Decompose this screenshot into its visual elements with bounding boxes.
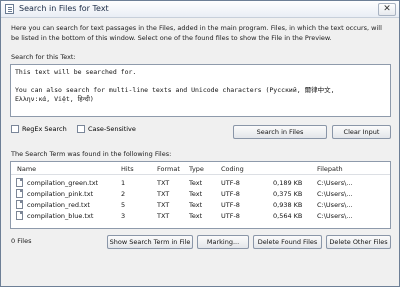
file-type: Text bbox=[189, 201, 203, 209]
text-file-icon bbox=[16, 189, 23, 198]
file-hits: 3 bbox=[121, 212, 126, 220]
regex-label: RegEx Search bbox=[22, 125, 67, 133]
regex-checkbox[interactable]: RegEx Search bbox=[11, 125, 67, 133]
marking-button[interactable]: Marking... bbox=[197, 235, 249, 249]
file-path: C:\Users\... bbox=[317, 190, 353, 198]
file-coding: UTF-8 bbox=[221, 212, 240, 220]
search-line: This text will be searched for. bbox=[15, 68, 137, 76]
search-text-input[interactable]: This text will be searched for. You can … bbox=[10, 64, 391, 117]
results-label: The Search Term was found in the followi… bbox=[11, 150, 172, 158]
search-line bbox=[15, 77, 386, 86]
results-list[interactable]: Name Hits Format Type Coding Filepath co… bbox=[10, 161, 391, 229]
files-count: 0 Files bbox=[11, 237, 32, 245]
window-title: Search in Files for Text bbox=[19, 4, 109, 13]
column-header-hits[interactable]: Hits bbox=[121, 165, 134, 173]
file-size: 0,938 KB bbox=[273, 201, 303, 209]
text-file-icon bbox=[16, 200, 23, 209]
search-line: You can also search for multi-line texts… bbox=[15, 86, 335, 94]
text-file-icon bbox=[16, 211, 23, 220]
table-row[interactable]: compilation_green.txt 1 TXT Text UTF-8 0… bbox=[11, 178, 390, 188]
file-hits: 5 bbox=[121, 201, 126, 209]
file-type: Text bbox=[189, 212, 203, 220]
search-label: Search for this Text: bbox=[11, 53, 76, 61]
file-size: 0,189 KB bbox=[273, 179, 303, 187]
case-sensitive-label: Case-Sensitive bbox=[88, 125, 136, 133]
checkbox-box[interactable] bbox=[77, 125, 85, 133]
file-name: compilation_pink.txt bbox=[27, 190, 94, 198]
column-header-format[interactable]: Format bbox=[157, 165, 180, 173]
file-coding: UTF-8 bbox=[221, 179, 240, 187]
column-header-filepath[interactable]: Filepath bbox=[317, 165, 343, 173]
column-header-type[interactable]: Type bbox=[189, 165, 204, 173]
file-size: 0,564 KB bbox=[273, 212, 303, 220]
search-line: Ελλην:κά, Việt, हिन्दी) bbox=[15, 95, 94, 103]
show-search-term-button[interactable]: Show Search Term in File bbox=[107, 235, 193, 249]
title-bar: Search in Files for Text ✕ bbox=[1, 1, 399, 18]
table-row[interactable]: compilation_pink.txt 2 TXT Text UTF-8 0,… bbox=[11, 189, 390, 199]
file-type: Text bbox=[189, 190, 203, 198]
document-icon bbox=[5, 4, 14, 14]
file-coding: UTF-8 bbox=[221, 190, 240, 198]
search-in-files-button[interactable]: Search in Files bbox=[233, 125, 327, 139]
close-button[interactable]: ✕ bbox=[378, 3, 396, 16]
file-type: Text bbox=[189, 179, 203, 187]
case-sensitive-checkbox[interactable]: Case-Sensitive bbox=[77, 125, 136, 133]
file-name: compilation_blue.txt bbox=[27, 212, 94, 220]
file-path: C:\Users\... bbox=[317, 212, 353, 220]
clear-input-button[interactable]: Clear Input bbox=[332, 125, 391, 139]
delete-found-files-button[interactable]: Delete Found Files bbox=[253, 235, 322, 249]
table-row[interactable]: compilation_blue.txt 3 TXT Text UTF-8 0,… bbox=[11, 211, 390, 221]
text-file-icon bbox=[16, 178, 23, 187]
checkbox-box[interactable] bbox=[11, 125, 19, 133]
delete-other-files-button[interactable]: Delete Other Files bbox=[326, 235, 391, 249]
search-window: Search in Files for Text ✕ Here you can … bbox=[0, 0, 400, 287]
file-name: compilation_green.txt bbox=[27, 179, 99, 187]
file-coding: UTF-8 bbox=[221, 201, 240, 209]
results-header: Name Hits Format Type Coding Filepath bbox=[11, 162, 390, 175]
file-name: compilation_red.txt bbox=[27, 201, 90, 209]
file-format: TXT bbox=[157, 212, 170, 220]
file-format: TXT bbox=[157, 179, 170, 187]
intro-text: Here you can search for text passages in… bbox=[11, 24, 382, 42]
file-format: TXT bbox=[157, 190, 170, 198]
file-hits: 1 bbox=[121, 179, 126, 187]
file-path: C:\Users\... bbox=[317, 179, 353, 187]
column-header-name[interactable]: Name bbox=[17, 165, 36, 173]
file-hits: 2 bbox=[121, 190, 126, 198]
file-format: TXT bbox=[157, 201, 170, 209]
table-row[interactable]: compilation_red.txt 5 TXT Text UTF-8 0,9… bbox=[11, 200, 390, 210]
column-header-coding[interactable]: Coding bbox=[221, 165, 244, 173]
file-path: C:\Users\... bbox=[317, 201, 353, 209]
file-size: 0,375 KB bbox=[273, 190, 303, 198]
